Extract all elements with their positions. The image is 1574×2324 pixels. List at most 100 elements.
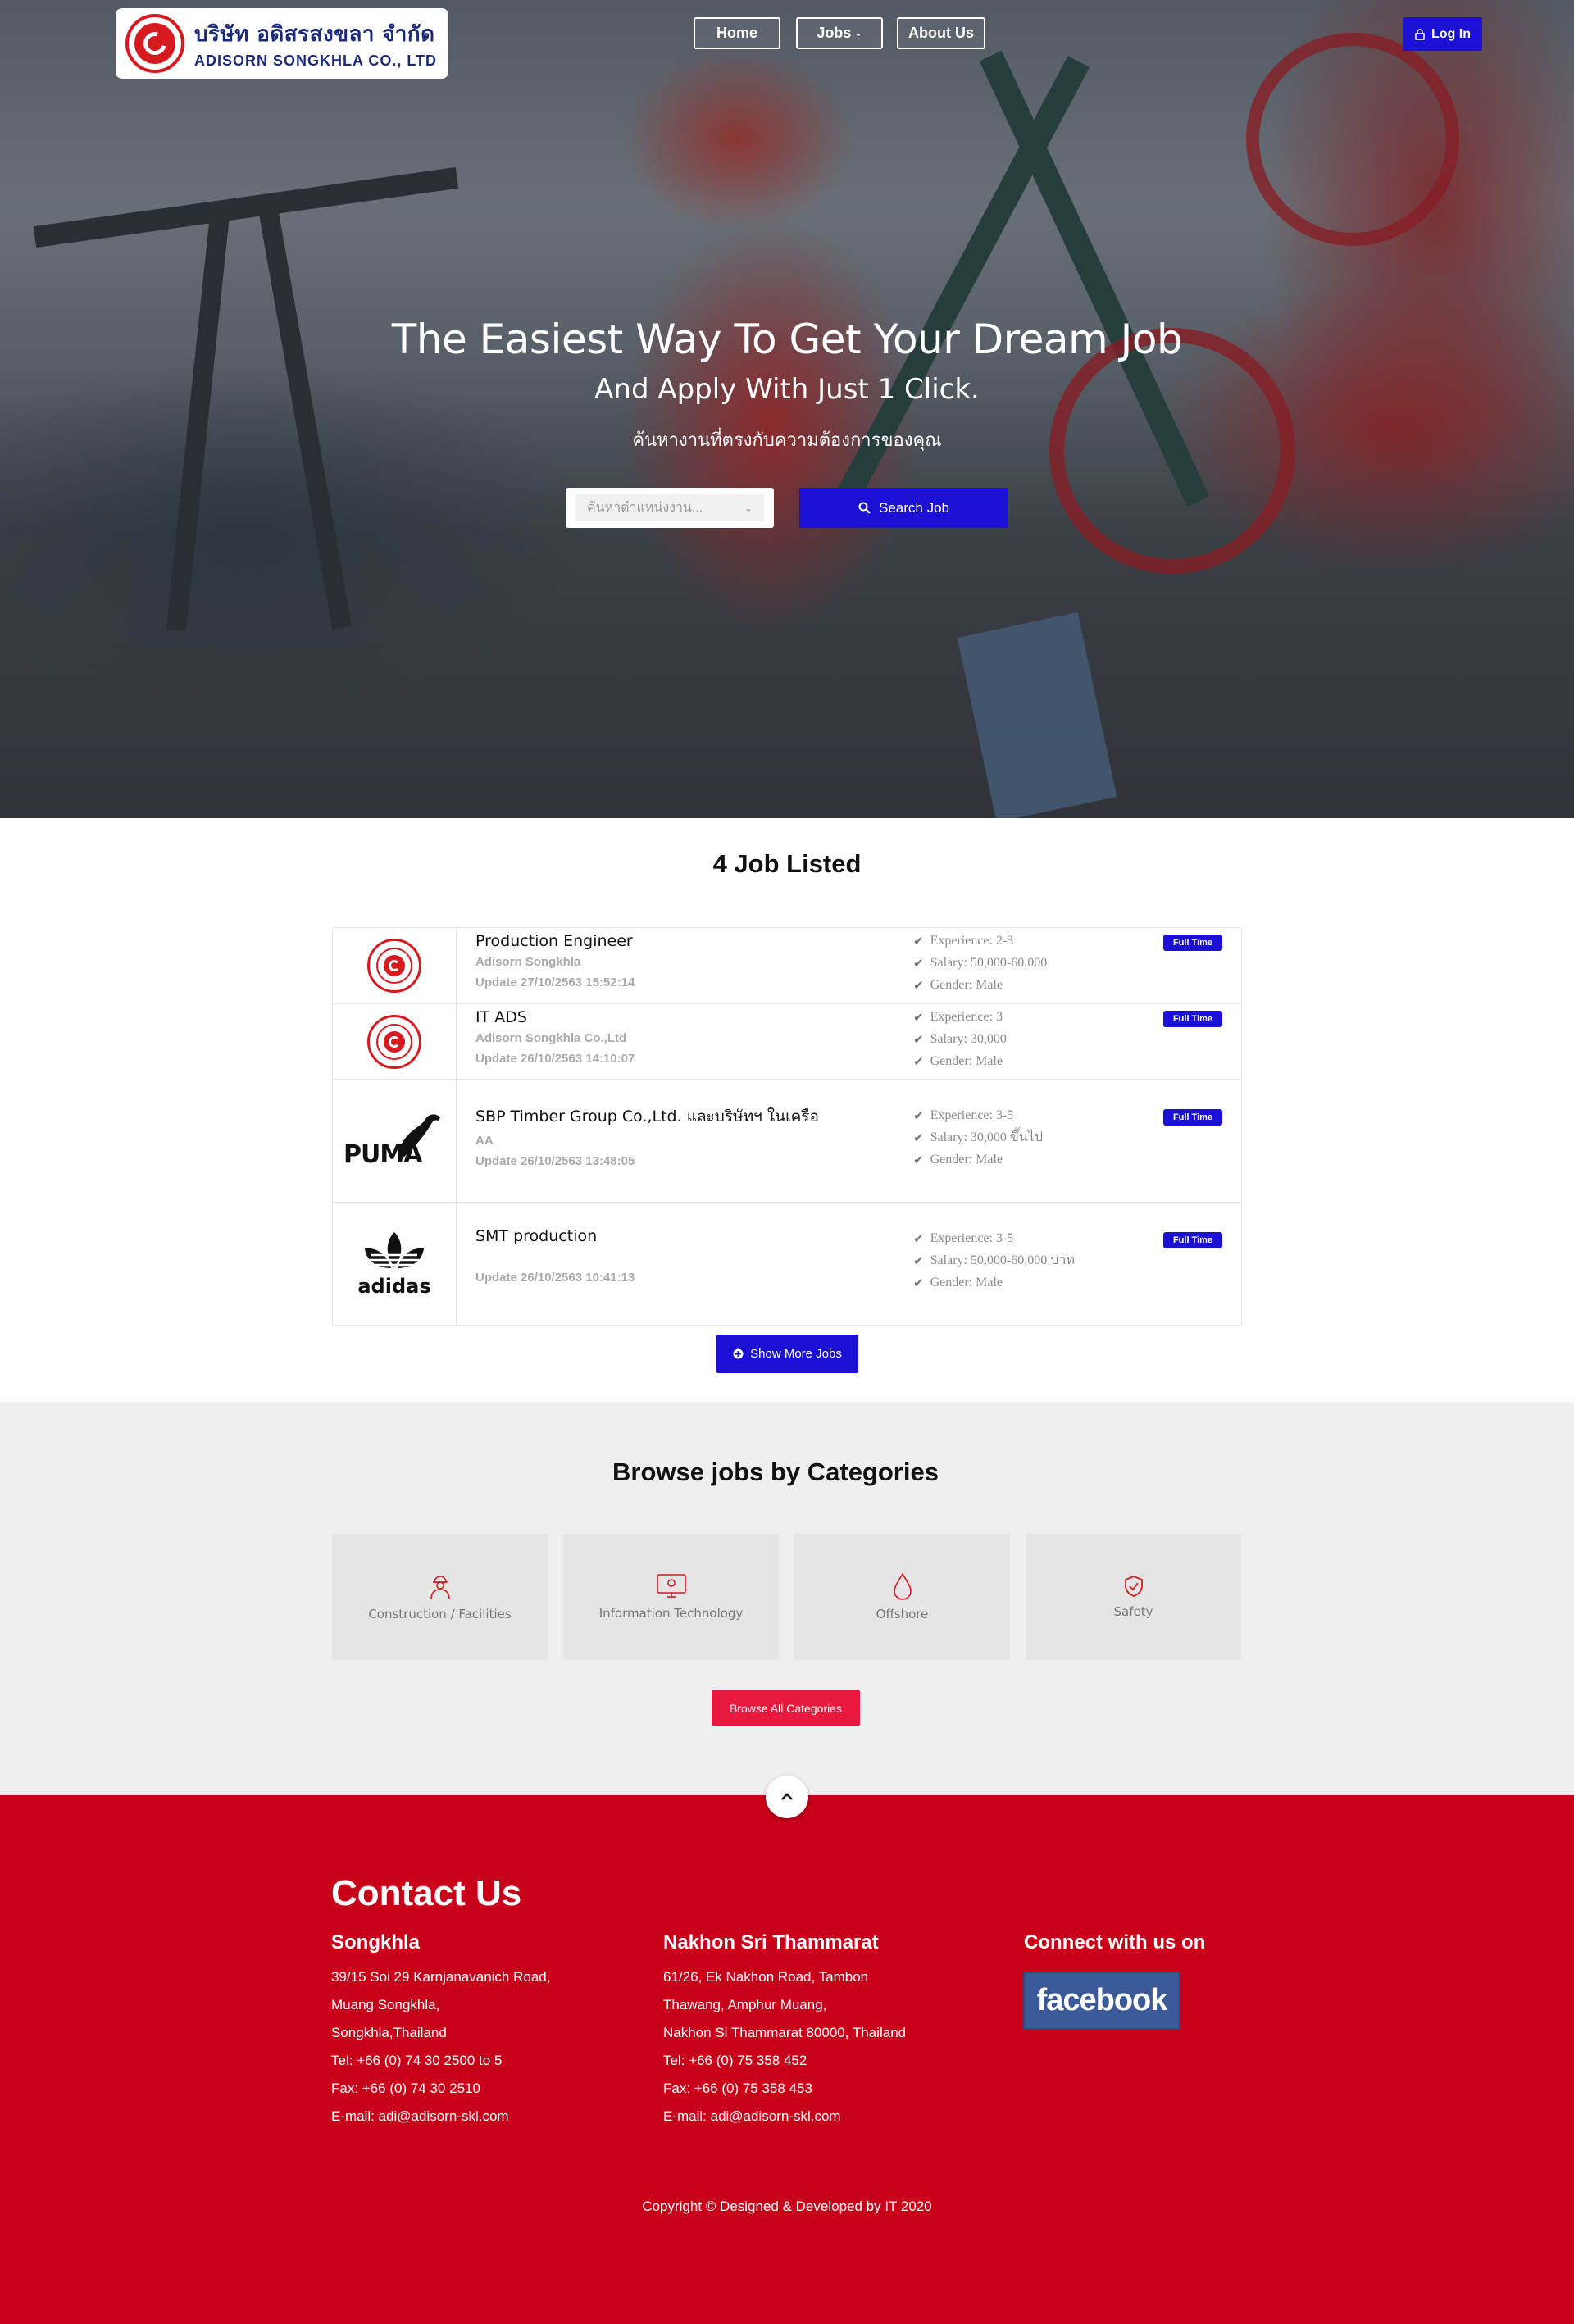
nakhon-address: 61/26, Ek Nakhon Road, Tambon Thawang, A… bbox=[663, 1963, 906, 2131]
full-time-badge: Full Time bbox=[1163, 935, 1222, 951]
check-icon: ✔ bbox=[913, 1107, 924, 1123]
facebook-label: facebook bbox=[1036, 1983, 1168, 2017]
job-company bbox=[475, 1250, 635, 1264]
address-line: 61/26, Ek Nakhon Road, Tambon bbox=[663, 1969, 869, 1985]
copyright: Copyright © Designed & Developed by IT 2… bbox=[642, 2199, 932, 2214]
hero-overlay bbox=[0, 0, 1574, 818]
category-label: Offshore bbox=[876, 1607, 929, 1621]
job-salary: ✔ Salary: 50,000-60,000 บาท bbox=[913, 1253, 1075, 1268]
job-row[interactable]: Production Engineer Adisorn Songkhla Upd… bbox=[333, 928, 1241, 1003]
category-offshore[interactable]: Offshore bbox=[794, 1534, 1010, 1660]
job-row[interactable]: adidas SMT production Update 26/10/2563 … bbox=[333, 1202, 1241, 1325]
email-line[interactable]: E-mail: adi@adisorn-skl.com bbox=[663, 2103, 906, 2131]
check-icon: ✔ bbox=[913, 977, 924, 993]
job-experience: ✔ Experience: 2-3 bbox=[913, 933, 1014, 948]
show-more-jobs-button[interactable]: Show More Jobs bbox=[716, 1335, 858, 1373]
fax-line: Fax: +66 (0) 75 358 453 bbox=[663, 2081, 812, 2096]
category-information-technology[interactable]: Information Technology bbox=[563, 1534, 779, 1660]
address-line: Songkhla,Thailand bbox=[331, 2025, 447, 2040]
category-label: Information Technology bbox=[598, 1606, 744, 1621]
lock-icon bbox=[1415, 28, 1425, 40]
hero-thai-subtitle: ค้นหางานที่ตรงกับความต้องการของคุณ bbox=[632, 430, 942, 451]
category-label: Construction / Facilities bbox=[368, 1607, 512, 1621]
job-update-time: Update 27/10/2563 15:52:14 bbox=[475, 976, 635, 989]
login-button[interactable]: Log In bbox=[1403, 17, 1482, 51]
job-update-time: Update 26/10/2563 13:48:05 bbox=[475, 1154, 635, 1168]
nav-jobs[interactable]: Jobs ⌄ bbox=[796, 17, 883, 49]
job-salary: ✔ Salary: 30,000 ขึ้นไป bbox=[913, 1130, 1043, 1145]
check-icon: ✔ bbox=[913, 1053, 924, 1069]
shield-check-icon bbox=[1124, 1576, 1143, 1597]
nav-home[interactable]: Home bbox=[694, 17, 780, 49]
job-gender: ✔ Gender: Male bbox=[913, 1053, 1003, 1069]
nav-home-label: Home bbox=[716, 25, 757, 41]
job-company: Adisorn Songkhla Co.,Ltd bbox=[475, 1031, 627, 1045]
full-time-badge: Full Time bbox=[1163, 1011, 1222, 1027]
nav-about-label: About Us bbox=[908, 25, 974, 41]
categories-heading: Browse jobs by Categories bbox=[612, 1458, 939, 1486]
search-job-label: Search Job bbox=[879, 499, 949, 516]
search-icon bbox=[858, 502, 871, 514]
check-icon: ✔ bbox=[913, 1152, 924, 1167]
worker-icon bbox=[430, 1576, 450, 1600]
job-salary: ✔ Salary: 30,000 bbox=[913, 1031, 1007, 1047]
address-line: Thawang, Amphur Muang, bbox=[663, 1997, 827, 2012]
job-update-time: Update 26/10/2563 10:41:13 bbox=[475, 1271, 635, 1285]
browse-all-label: Browse All Categories bbox=[730, 1701, 842, 1715]
category-safety[interactable]: Safety bbox=[1026, 1534, 1241, 1660]
nakhon-heading: Nakhon Sri Thammarat bbox=[663, 1931, 879, 1953]
puma-wordmark: PUMA bbox=[343, 1139, 422, 1169]
job-row[interactable]: PUMA SBP Timber Group Co.,Ltd. และบริษัท… bbox=[333, 1079, 1241, 1202]
job-title[interactable]: SBP Timber Group Co.,Ltd. และบริษัทฯ ในเ… bbox=[475, 1104, 819, 1129]
adidas-wordmark: adidas bbox=[357, 1274, 431, 1298]
check-icon: ✔ bbox=[913, 1275, 924, 1290]
check-icon: ✔ bbox=[913, 955, 924, 971]
job-title[interactable]: SMT production bbox=[475, 1227, 635, 1245]
job-list: Production Engineer Adisorn Songkhla Upd… bbox=[332, 927, 1242, 1326]
songkhla-heading: Songkhla bbox=[331, 1931, 421, 1953]
job-row[interactable]: IT ADS Adisorn Songkhla Co.,Ltd Update 2… bbox=[333, 1003, 1241, 1079]
monitor-icon bbox=[656, 1574, 686, 1598]
job-gender: ✔ Gender: Male bbox=[913, 1275, 1003, 1290]
browse-all-categories-button[interactable]: Browse All Categories bbox=[712, 1690, 860, 1726]
chevron-down-icon: ⌄ bbox=[854, 29, 862, 39]
search-job-button[interactable]: Search Job bbox=[799, 488, 1008, 528]
logo-emblem-icon bbox=[125, 14, 184, 73]
logo-thai-name: บริษัท อดิสรสงขลา จำกัด bbox=[194, 22, 435, 47]
job-experience: ✔ Experience: 3 bbox=[913, 1009, 1003, 1025]
search-placeholder: ค้นหาตำแหน่งงาน... bbox=[587, 501, 703, 515]
full-time-badge: Full Time bbox=[1163, 1109, 1222, 1126]
adisorn-logo-icon bbox=[333, 928, 457, 1003]
check-icon: ✔ bbox=[913, 1009, 924, 1025]
logo-english-name: ADISORN SONGKHLA CO., LTD bbox=[194, 52, 437, 69]
scroll-to-top-button[interactable] bbox=[766, 1776, 808, 1818]
job-experience: ✔ Experience: 3-5 bbox=[913, 1230, 1014, 1246]
nav-about[interactable]: About Us bbox=[897, 17, 985, 49]
adisorn-logo-icon bbox=[333, 1004, 457, 1079]
job-title[interactable]: Production Engineer bbox=[475, 932, 635, 950]
address-line: Muang Songkhla, bbox=[331, 1997, 440, 2012]
address-line: 39/15 Soi 29 Karnjanavanich Road, bbox=[331, 1969, 551, 1985]
check-icon: ✔ bbox=[913, 1130, 924, 1145]
plus-circle-icon bbox=[733, 1348, 744, 1359]
job-title[interactable]: IT ADS bbox=[475, 1008, 635, 1026]
email-line[interactable]: E-mail: adi@adisorn-skl.com bbox=[331, 2103, 550, 2131]
fax-line: Fax: +66 (0) 74 30 2510 bbox=[331, 2081, 480, 2096]
check-icon: ✔ bbox=[913, 933, 924, 948]
show-more-label: Show More Jobs bbox=[750, 1347, 842, 1361]
job-list-heading: 4 Job Listed bbox=[712, 849, 862, 878]
company-logo[interactable]: บริษัท อดิสรสงขลา จำกัด ADISORN SONGKHLA… bbox=[116, 8, 448, 79]
phone-line: Tel: +66 (0) 75 358 452 bbox=[663, 2053, 807, 2068]
job-gender: ✔ Gender: Male bbox=[913, 977, 1003, 993]
hero-subtitle: And Apply With Just 1 Click. bbox=[594, 373, 980, 406]
facebook-link[interactable]: facebook bbox=[1023, 1972, 1180, 2030]
job-salary: ✔ Salary: 50,000-60,000 bbox=[913, 955, 1048, 971]
hero-banner bbox=[0, 0, 1574, 818]
job-search-select[interactable]: ค้นหาตำแหน่งงาน... ⌄ bbox=[566, 488, 774, 528]
full-time-badge: Full Time bbox=[1163, 1232, 1222, 1248]
adidas-logo-icon: adidas bbox=[333, 1203, 457, 1325]
check-icon: ✔ bbox=[913, 1230, 924, 1246]
job-experience: ✔ Experience: 3-5 bbox=[913, 1107, 1014, 1123]
contact-heading: Contact Us bbox=[331, 1873, 522, 1913]
category-construction[interactable]: Construction / Facilities bbox=[332, 1534, 548, 1660]
